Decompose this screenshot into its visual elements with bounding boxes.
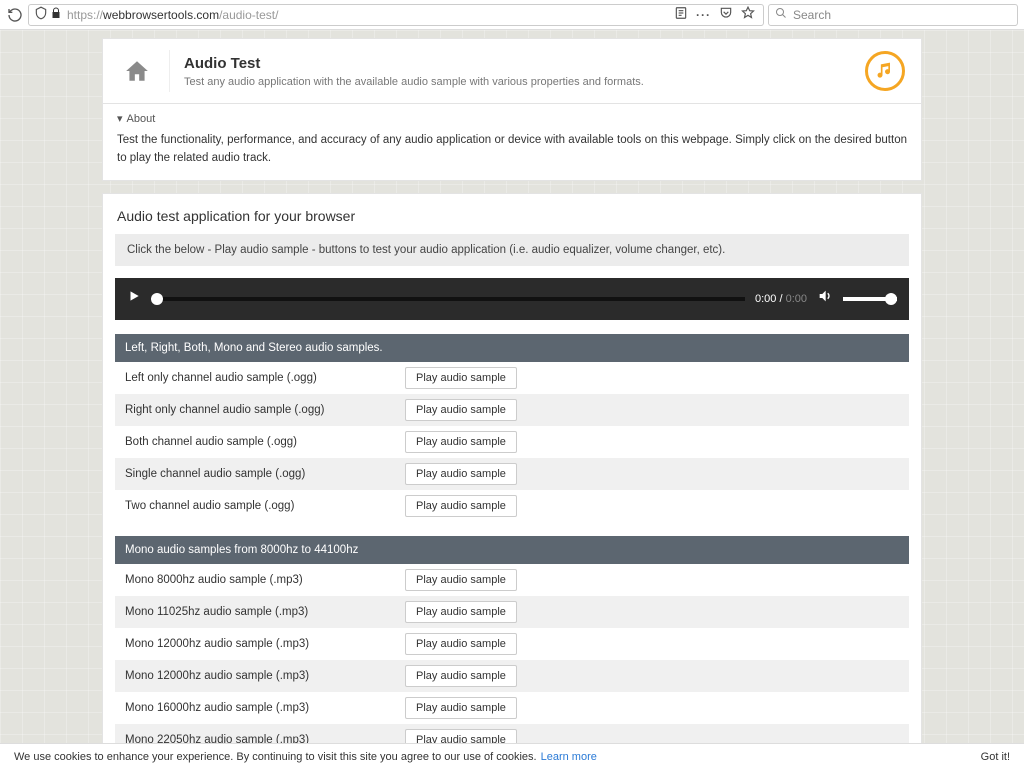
sample-row: Mono 12000hz audio sample (.mp3)Play aud… <box>115 660 909 692</box>
about-label: About <box>127 113 156 125</box>
search-icon <box>775 7 787 22</box>
page-background: Audio Test Test any audio application wi… <box>0 30 1024 769</box>
play-sample-button[interactable]: Play audio sample <box>405 399 517 421</box>
play-sample-button[interactable]: Play audio sample <box>405 569 517 591</box>
seek-knob[interactable] <box>151 293 163 305</box>
cookie-bar: We use cookies to enhance your experienc… <box>0 743 1024 769</box>
volume-knob[interactable] <box>885 293 897 305</box>
sample-row: Mono 11025hz audio sample (.mp3)Play aud… <box>115 596 909 628</box>
play-icon[interactable] <box>127 289 141 308</box>
samples-container: Mono 8000hz audio sample (.mp3)Play audi… <box>115 564 909 769</box>
hint-box: Click the below - Play audio sample - bu… <box>115 234 909 266</box>
seek-bar[interactable] <box>151 297 745 301</box>
sample-row: Mono 12000hz audio sample (.mp3)Play aud… <box>115 628 909 660</box>
play-sample-button[interactable]: Play audio sample <box>405 665 517 687</box>
sample-label: Mono 12000hz audio sample (.mp3) <box>125 670 405 682</box>
play-sample-button[interactable]: Play audio sample <box>405 463 517 485</box>
home-icon[interactable] <box>119 58 155 84</box>
sample-label: Mono 11025hz audio sample (.mp3) <box>125 606 405 618</box>
main-heading: Audio test application for your browser <box>117 208 909 224</box>
section-header: Left, Right, Both, Mono and Stereo audio… <box>115 334 909 362</box>
section-header: Mono audio samples from 8000hz to 44100h… <box>115 536 909 564</box>
caret-down-icon: ▾ <box>117 112 123 125</box>
url-text: https://webbrowsertools.com/audio-test/ <box>67 8 670 22</box>
main-card: Audio test application for your browser … <box>102 193 922 769</box>
sample-row: Two channel audio sample (.ogg)Play audi… <box>115 490 909 522</box>
divider <box>169 50 170 92</box>
sample-label: Mono 16000hz audio sample (.mp3) <box>125 702 405 714</box>
sample-row: Left only channel audio sample (.ogg)Pla… <box>115 362 909 394</box>
browser-toolbar: https://webbrowsertools.com/audio-test/ … <box>0 0 1024 30</box>
page-title: Audio Test <box>184 55 644 72</box>
audio-player: 0:00 / 0:00 <box>115 278 909 320</box>
about-section: ▾ About Test the functionality, performa… <box>102 104 922 181</box>
sample-label: Mono 8000hz audio sample (.mp3) <box>125 574 405 586</box>
more-icon[interactable]: ··· <box>696 8 711 22</box>
search-placeholder: Search <box>793 8 831 22</box>
play-sample-button[interactable]: Play audio sample <box>405 367 517 389</box>
time-display: 0:00 / 0:00 <box>755 293 807 305</box>
about-toggle[interactable]: ▾ About <box>117 112 907 125</box>
cookie-gotit-button[interactable]: Got it! <box>981 751 1010 763</box>
cookie-learn-more-link[interactable]: Learn more <box>541 751 597 763</box>
play-sample-button[interactable]: Play audio sample <box>405 633 517 655</box>
sample-row: Mono 16000hz audio sample (.mp3)Play aud… <box>115 692 909 724</box>
sample-label: Right only channel audio sample (.ogg) <box>125 404 405 416</box>
url-bar[interactable]: https://webbrowsertools.com/audio-test/ … <box>28 4 764 26</box>
sample-row: Right only channel audio sample (.ogg)Pl… <box>115 394 909 426</box>
sample-row: Both channel audio sample (.ogg)Play aud… <box>115 426 909 458</box>
play-sample-button[interactable]: Play audio sample <box>405 601 517 623</box>
play-sample-button[interactable]: Play audio sample <box>405 495 517 517</box>
reload-icon[interactable] <box>6 6 24 24</box>
music-note-icon <box>865 51 905 91</box>
page-header: Audio Test Test any audio application wi… <box>102 38 922 104</box>
lock-icon[interactable] <box>49 7 63 22</box>
sample-label: Left only channel audio sample (.ogg) <box>125 372 405 384</box>
sample-row: Mono 8000hz audio sample (.mp3)Play audi… <box>115 564 909 596</box>
about-text: Test the functionality, performance, and… <box>117 131 907 168</box>
sample-label: Single channel audio sample (.ogg) <box>125 468 405 480</box>
sample-label: Mono 12000hz audio sample (.mp3) <box>125 638 405 650</box>
cookie-text: We use cookies to enhance your experienc… <box>14 751 537 763</box>
samples-container: Left only channel audio sample (.ogg)Pla… <box>115 362 909 522</box>
shield-icon[interactable] <box>33 6 49 23</box>
play-sample-button[interactable]: Play audio sample <box>405 697 517 719</box>
volume-bar[interactable] <box>843 297 897 301</box>
sample-label: Both channel audio sample (.ogg) <box>125 436 405 448</box>
play-sample-button[interactable]: Play audio sample <box>405 431 517 453</box>
browser-search-input[interactable]: Search <box>768 4 1018 26</box>
sample-label: Two channel audio sample (.ogg) <box>125 500 405 512</box>
volume-icon[interactable] <box>817 288 833 309</box>
page-subtitle: Test any audio application with the avai… <box>184 76 644 88</box>
pocket-icon[interactable] <box>719 6 733 23</box>
reader-mode-icon[interactable] <box>674 6 688 23</box>
sample-row: Single channel audio sample (.ogg)Play a… <box>115 458 909 490</box>
bookmark-star-icon[interactable] <box>741 6 755 23</box>
